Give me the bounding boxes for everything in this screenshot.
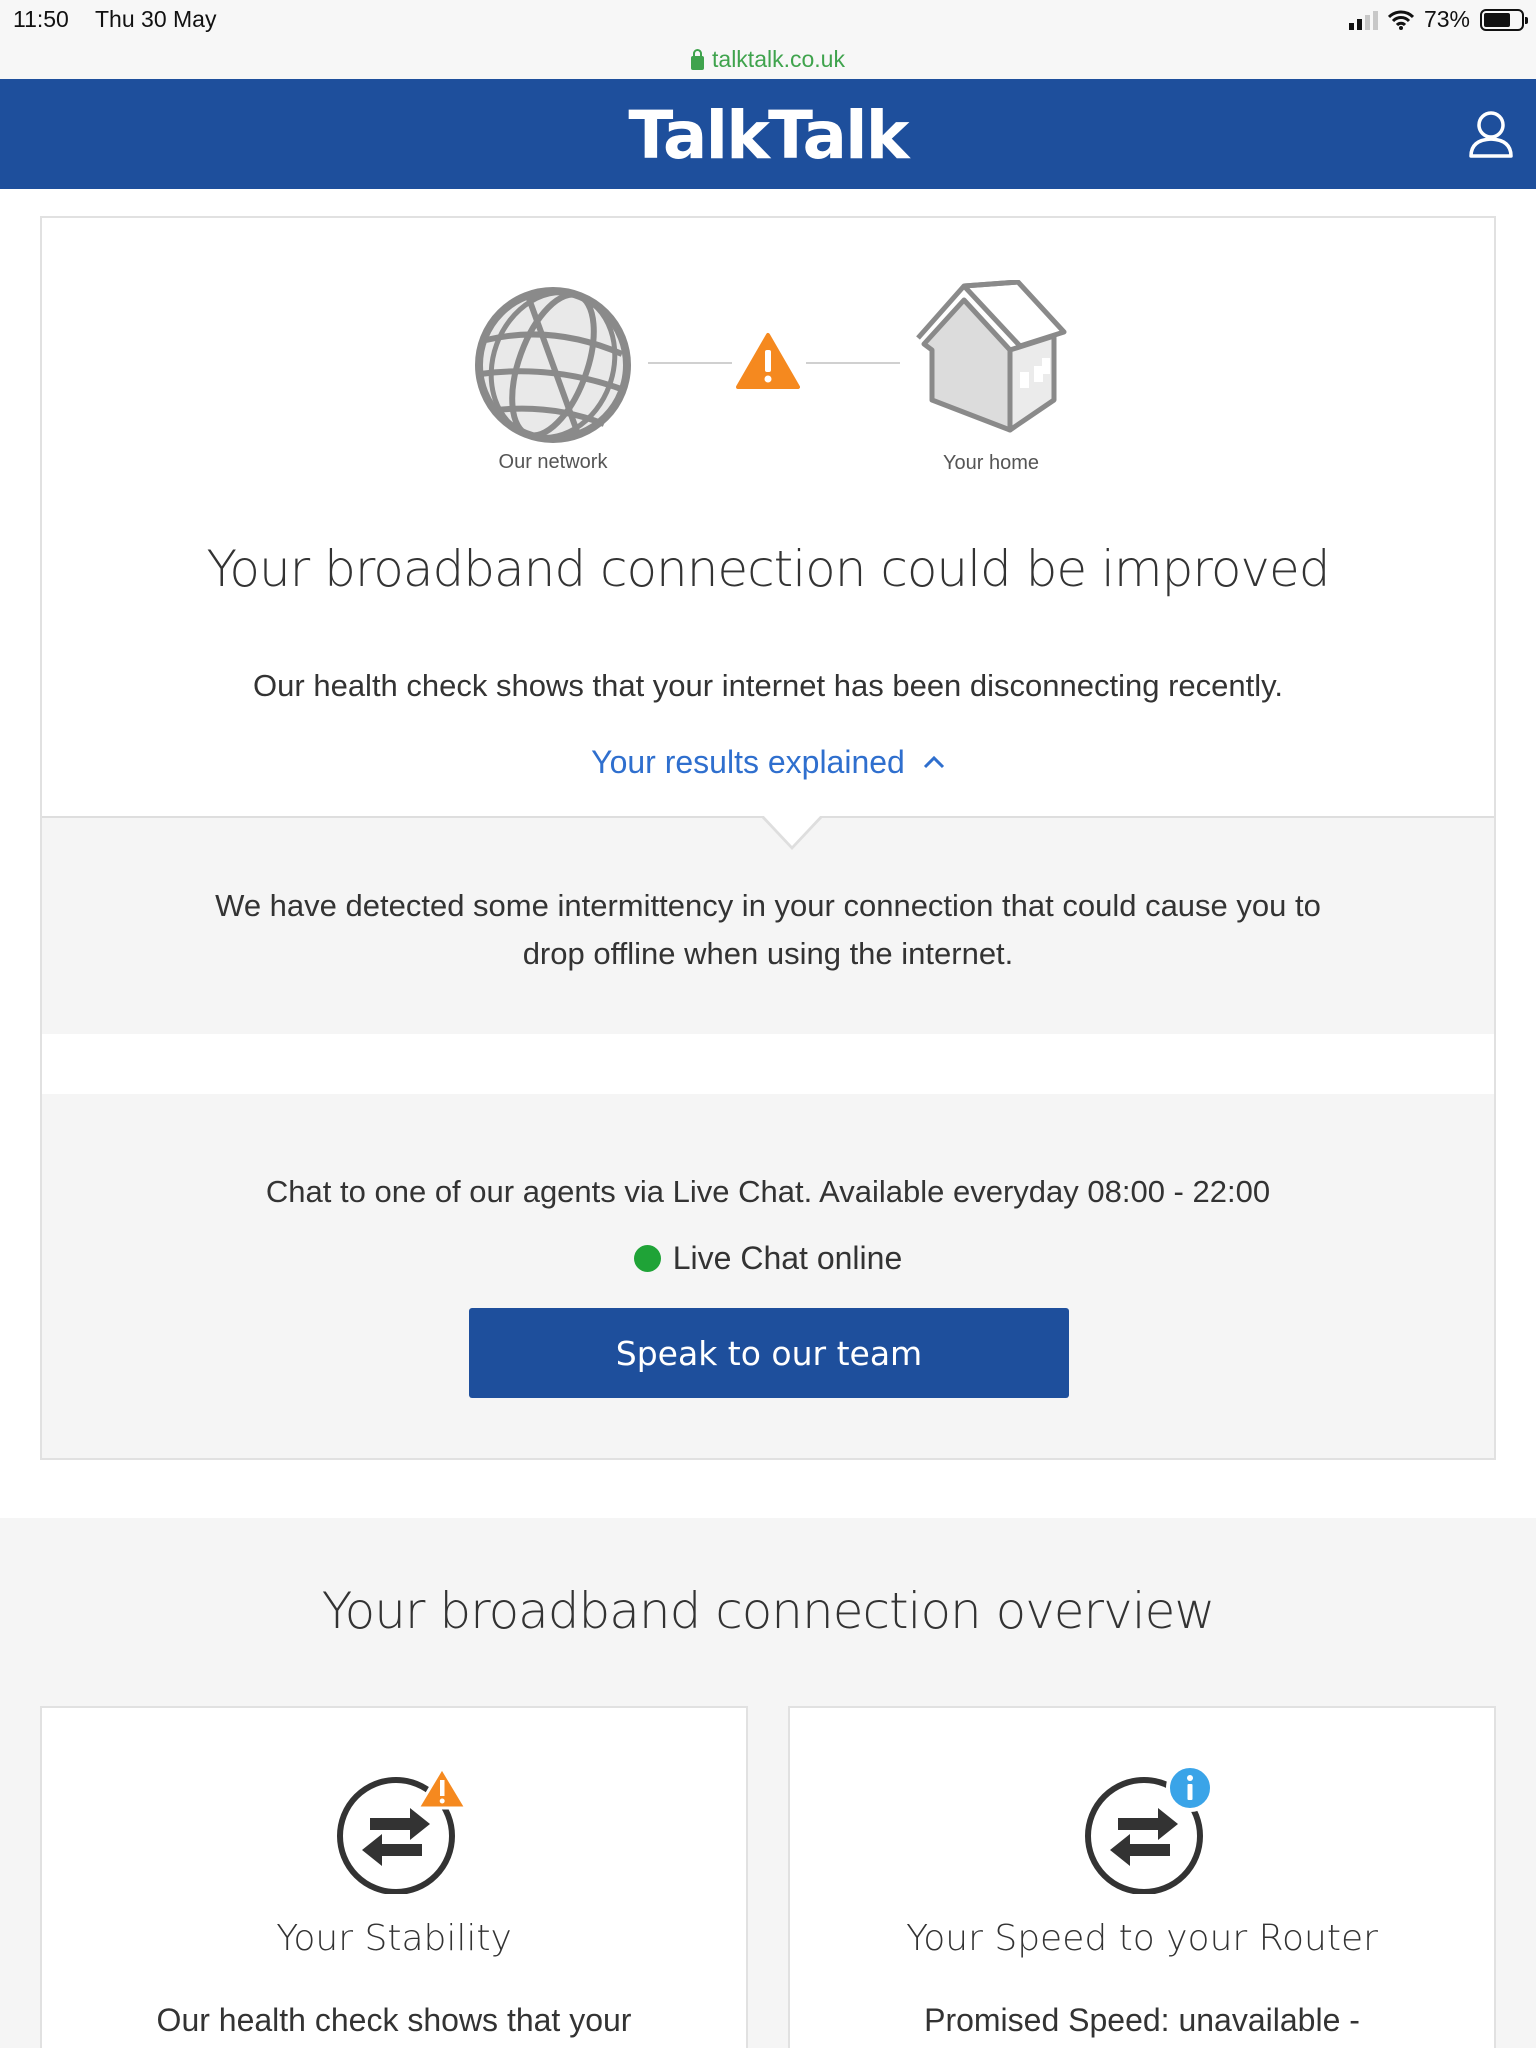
speed-tile[interactable]: Your Speed to your Router Promised Speed… [788,1706,1496,2048]
panel-notch [760,814,824,850]
status-title: Your broadband connection could be impro… [206,540,1330,598]
status-subtitle: Our health check shows that your interne… [253,668,1283,703]
speed-title: Your Speed to your Router [906,1918,1378,1959]
status-date: Thu 30 May [95,6,217,32]
globe-icon [475,287,631,443]
results-explained-label: Your results explained [591,744,905,780]
results-explanation-panel: We have detected some intermittency in y… [42,814,1494,1034]
url-domain: talktalk.co.uk [712,46,845,72]
address-bar[interactable]: talktalk.co.uk [0,40,1536,79]
status-indicators: 73% [1348,6,1528,33]
chevron-up-icon [923,755,944,768]
health-check-card: Our network Your home Your broadband con… [40,216,1496,1460]
speed-text: Promised Speed: unavailable - [924,2002,1360,2038]
battery-percent: 73% [1423,6,1470,32]
status-bar: 11:50 Thu 30 May 73% [0,0,1536,40]
battery-fill [1484,12,1511,27]
connection-line-left [648,362,732,364]
stability-title: Your Stability [276,1918,512,1959]
speed-transfer-icon [1085,1764,1214,1894]
battery-icon [1480,8,1528,31]
overview-title: Your broadband connection overview [321,1582,1216,1640]
site-header: TalkTalk [0,79,1536,189]
stability-transfer-icon [337,1766,468,1894]
stability-tile[interactable]: Your Stability Our health check shows th… [40,1706,748,2048]
live-chat-status-label: Live Chat online [672,1240,903,1276]
home-label: Your home [943,452,1039,474]
connection-line-right [806,362,900,364]
network-label: Our network [498,451,608,473]
explanation-text: We have detected some intermittency in y… [215,888,1321,971]
status-time: 11:50 [13,6,69,32]
talktalk-logo[interactable]: TalkTalk [0,97,1536,174]
results-explained-toggle[interactable]: Your results explained [42,744,1494,781]
connection-overview: Your broadband connection overview Your … [0,1518,1536,2048]
live-chat-panel: Chat to one of our agents via Live Chat.… [42,1094,1494,1458]
warning-icon [736,333,800,389]
wifi-icon [1387,10,1414,30]
live-chat-status: Live Chat online [42,1240,1494,1277]
cellular-signal-icon [1348,10,1378,30]
lock-icon [691,48,705,70]
live-chat-text: Chat to one of our agents via Live Chat.… [265,1174,1271,1209]
stability-text: Our health check shows that your [156,2002,632,2038]
account-icon[interactable] [1468,109,1514,159]
house-icon [916,280,1067,433]
online-status-icon [633,1245,661,1272]
speak-to-team-button[interactable]: Speak to our team [469,1308,1069,1398]
